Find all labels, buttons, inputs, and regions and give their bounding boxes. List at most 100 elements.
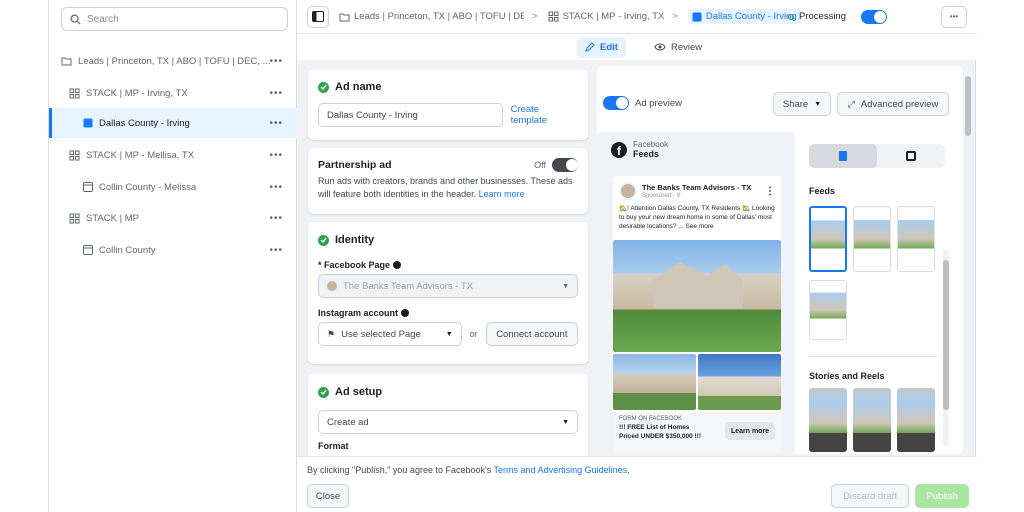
house-photo-left	[613, 354, 696, 410]
expand-icon: ⤢	[847, 98, 855, 109]
discard-draft-button[interactable]: Discard draft	[831, 484, 909, 508]
toggle-sidebar-button[interactable]	[307, 5, 329, 28]
feeds-heading: Feeds	[809, 186, 836, 196]
connect-account-button[interactable]: Connect account	[485, 322, 578, 346]
more-options-icon[interactable]: •••	[269, 245, 283, 256]
check-icon	[318, 81, 329, 93]
facebook-page-value: The Banks Team Advisors - TX	[343, 280, 474, 292]
publish-button[interactable]: Publish	[915, 484, 969, 508]
status-indicator: Processing	[788, 9, 887, 24]
footer: By clicking "Publish," you agree to Face…	[297, 456, 977, 512]
placement-label: Feeds	[633, 149, 660, 159]
publish-notice: By clicking "Publish," you agree to Face…	[307, 465, 630, 475]
flag-icon: ⚑	[327, 328, 336, 339]
tab-review[interactable]: Review	[646, 37, 710, 58]
sidebar-item-ad-selected[interactable]: Dallas County - Irving •••	[49, 108, 297, 138]
sidebar-item-campaign[interactable]: Leads | Princeton, TX | ABO | TOFU | DEC…	[49, 46, 297, 76]
search-placeholder: Search	[87, 13, 119, 25]
main-scrollbar[interactable]	[963, 66, 973, 454]
avatar	[619, 182, 637, 200]
placement-thumbnail[interactable]	[897, 206, 935, 272]
sidebar-item-adset[interactable]: STACK | MP - Irving, TX •••	[49, 78, 297, 108]
ad-preview-label: Ad preview	[635, 97, 682, 109]
terms-link[interactable]: Terms and Advertising Guidelines	[494, 465, 628, 475]
more-options-icon[interactable]: •••	[269, 150, 283, 161]
ad-name-input[interactable]: Dallas County - Irving	[318, 103, 503, 127]
create-template-link[interactable]: Create template	[511, 104, 578, 126]
breadcrumb-label: Dallas County - Irving	[705, 11, 797, 22]
heading-text: Ad setup	[335, 386, 383, 398]
sidebar-item-label: STACK | MP - Irving, TX	[86, 87, 188, 99]
placement-thumbnail[interactable]	[809, 206, 847, 272]
sidebar-item-label: STACK | MP	[86, 212, 139, 224]
sidebar-item-adset[interactable]: STACK | MP - Mellisa, TX •••	[49, 140, 297, 170]
instagram-account-select[interactable]: ⚑ Use selected Page ▼	[318, 322, 462, 346]
close-button[interactable]: Close	[307, 484, 349, 508]
ad-outline-icon	[83, 245, 93, 255]
create-ad-select[interactable]: Create ad ▼	[318, 410, 578, 434]
folder-icon	[339, 13, 350, 21]
check-icon	[318, 234, 329, 246]
breadcrumb-ad[interactable]: Dallas County - Irving	[687, 9, 801, 24]
story-thumbnail[interactable]	[809, 388, 847, 452]
breadcrumb-campaign[interactable]: Leads | Princeton, TX | ABO | TOFU | DEC…	[339, 11, 524, 22]
learn-more-button[interactable]: Learn more	[725, 422, 775, 440]
more-options-icon[interactable]: •••	[269, 118, 283, 129]
caret-down-icon: ▼	[562, 418, 569, 426]
identity-card: Identity * Facebook Page The Banks Team …	[308, 222, 588, 364]
instagram-account-value: Use selected Page	[341, 328, 421, 340]
heading-text: Ad name	[335, 81, 382, 93]
facebook-logo-icon: f	[611, 141, 627, 158]
status-text: Processing	[799, 11, 846, 22]
placement-thumbnail[interactable]	[853, 206, 891, 272]
heading-text: Identity	[335, 234, 375, 246]
more-options-icon[interactable]: •••	[269, 56, 283, 67]
thumbnail-scrollbar[interactable]	[943, 250, 949, 446]
breadcrumb-adset[interactable]: STACK | MP - Irving, TX	[548, 11, 665, 22]
facebook-page-select[interactable]: The Banks Team Advisors - TX ▼	[318, 274, 578, 298]
learn-more-link[interactable]: Learn more	[479, 189, 525, 199]
placement-picker: Feeds Stories and Reels	[801, 132, 951, 454]
grid-icon	[69, 213, 80, 224]
tab-label: Review	[670, 41, 703, 53]
house-photo-right	[698, 354, 781, 410]
mode-switcher: Edit Review	[297, 34, 977, 60]
more-options-icon[interactable]: •••	[269, 213, 283, 224]
more-options-button[interactable]: •••	[941, 5, 967, 28]
house-photo-main	[613, 240, 781, 352]
sidebar-item-label: Dallas County - Irving	[99, 117, 190, 129]
sidebar-item-adset[interactable]: STACK | MP •••	[49, 203, 297, 233]
more-options-icon[interactable]: •••	[269, 88, 283, 99]
ad-icon	[692, 12, 702, 21]
tab-edit[interactable]: Edit	[577, 36, 626, 58]
search-input[interactable]: Search	[61, 7, 288, 31]
ad-name-card: Ad name Dallas County - Irving Create te…	[308, 70, 588, 140]
placement-thumbnail[interactable]	[809, 280, 847, 340]
sidebar-item-ad[interactable]: Collin County - Melissa •••	[49, 172, 297, 202]
feed-view-toggle[interactable]	[809, 144, 877, 168]
advanced-preview-button[interactable]: ⤢ Advanced preview	[837, 92, 949, 116]
grid-icon	[69, 150, 80, 161]
ad-outline-icon	[83, 182, 93, 192]
kebab-menu-icon[interactable]: ⋮	[765, 186, 775, 197]
more-options-icon[interactable]: •••	[269, 182, 283, 193]
stories-heading: Stories and Reels	[809, 371, 885, 381]
share-button[interactable]: Share ▼	[773, 92, 831, 116]
story-view-toggle[interactable]	[877, 144, 945, 168]
partnership-ad-card: Partnership ad Off Run ads with creators…	[308, 148, 588, 214]
breadcrumb-separator: >	[672, 11, 678, 22]
story-thumbnail[interactable]	[853, 388, 891, 452]
ad-setup-heading: Ad setup	[318, 386, 578, 398]
sidebar-item-ad[interactable]: Collin County •••	[49, 235, 297, 265]
breadcrumb-label: STACK | MP - Irving, TX	[562, 11, 665, 22]
search-icon	[70, 14, 81, 25]
sidebar: Search Leads | Princeton, TX | ABO | TOF…	[49, 0, 297, 512]
story-thumbnail[interactable]	[897, 388, 935, 452]
breadcrumb-label: Leads | Princeton, TX | ABO | TOFU | DEC…	[354, 11, 524, 22]
page-avatar	[327, 281, 337, 291]
ad-active-toggle[interactable]	[861, 9, 887, 24]
ad-preview-toggle[interactable]	[603, 96, 629, 110]
partnership-toggle[interactable]	[552, 158, 578, 172]
post-card: The Banks Team Advisors - TX Sponsored ·…	[613, 176, 781, 454]
caret-down-icon: ▼	[814, 100, 822, 108]
